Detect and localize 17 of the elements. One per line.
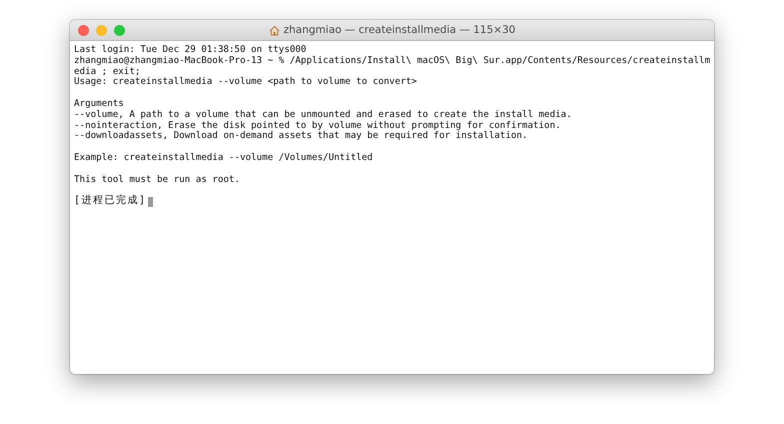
window-title: zhangmiao — createinstallmedia — 115×30 bbox=[284, 24, 516, 36]
terminal-line: Arguments bbox=[74, 98, 125, 110]
terminal-line: Last login: Tue Dec 29 01:38:50 on ttys000 bbox=[74, 45, 308, 56]
terminal-line: Example: createinstallmedia --volume /Volumes/Untitled bbox=[74, 152, 374, 164]
terminal-line: --volume, A path to a volume that can be unmounted and erased to create the install media. bbox=[74, 110, 573, 121]
minimize-button[interactable] bbox=[96, 24, 107, 36]
terminal-line: [进程已完成] bbox=[74, 196, 147, 207]
terminal-line: edia ; exit; bbox=[74, 66, 142, 77]
terminal-line: This tool must be run as root. bbox=[74, 174, 241, 186]
zoom-button[interactable] bbox=[114, 24, 125, 36]
terminal-line: Usage: createinstallmedia --volume <path to volume to convert> bbox=[74, 77, 418, 88]
terminal-line: --downloadassets, Download on-demand assets that may be required for installation. bbox=[74, 131, 529, 142]
house-icon bbox=[268, 24, 280, 36]
text-cursor bbox=[148, 196, 153, 207]
close-button[interactable] bbox=[78, 24, 89, 36]
terminal-line: --nointeraction, Erase the disk pointed to by volume without prompting for confirmation. bbox=[74, 120, 562, 131]
terminal-line: zhangmiao@zhangmiao-MacBook-Pro-13 ~ % /Applications/Install\ macOS\ Big\ Sur.app/Contents/Resources/createinstallm bbox=[74, 56, 710, 67]
